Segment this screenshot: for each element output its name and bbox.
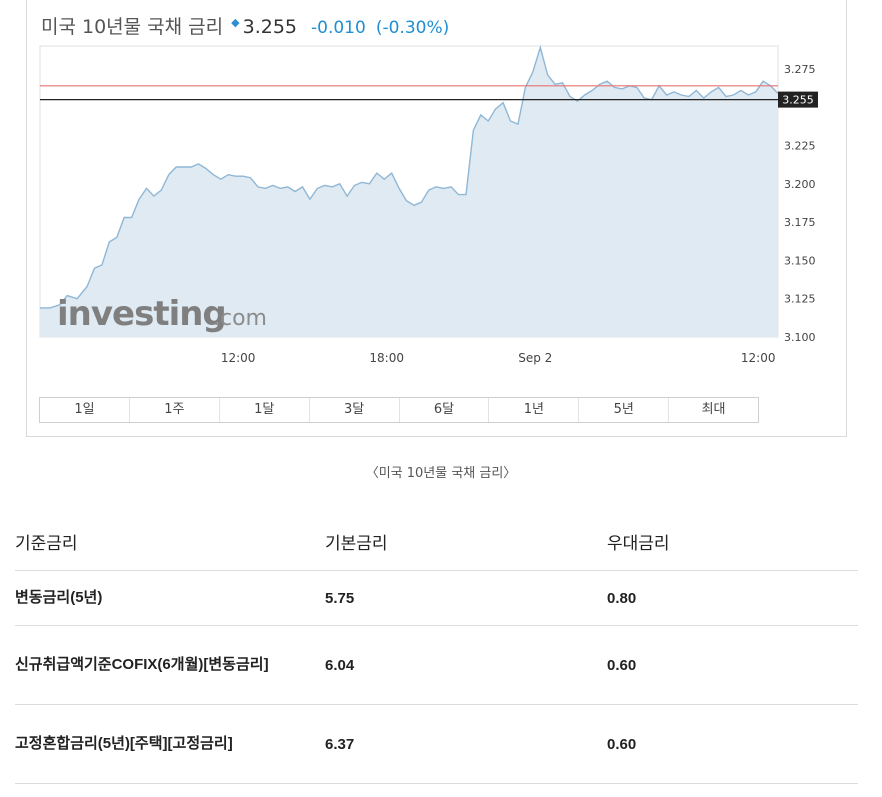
range-1d-button[interactable]: 1일 bbox=[40, 398, 130, 422]
row-rate-type: 신규취급액기준COFIX(6개월)[변동금리] bbox=[15, 625, 325, 705]
y-tick-label: 3.100 bbox=[784, 331, 816, 344]
header-preferential-rate: 우대금리 bbox=[607, 512, 858, 571]
row-preferential-rate: 0.80 bbox=[607, 570, 858, 626]
header-base-rate: 기준금리 bbox=[15, 512, 325, 571]
x-tick-label: 18:00 bbox=[369, 351, 404, 365]
y-tick-label: 3.150 bbox=[784, 254, 816, 267]
time-range-selector: 1일 1주 1달 3달 6달 1년 5년 최대 bbox=[39, 397, 759, 423]
row-basic-rate: 6.04 bbox=[325, 625, 607, 705]
y-tick-label: 3.125 bbox=[784, 293, 816, 306]
range-6m-button[interactable]: 6달 bbox=[400, 398, 490, 422]
table-row: 고정혼합금리(5년)[주택][고정금리] 6.37 0.60 bbox=[15, 704, 858, 784]
x-tick-label: 12:00 bbox=[221, 351, 256, 365]
row-preferential-rate: 0.60 bbox=[607, 704, 858, 784]
range-3m-button[interactable]: 3달 bbox=[310, 398, 400, 422]
row-rate-type: 고정혼합금리(5년)[주택][고정금리] bbox=[15, 704, 325, 784]
x-tick-label: 12:00 bbox=[741, 351, 776, 365]
table-row: 변동금리(5년) 5.75 0.80 bbox=[15, 570, 858, 626]
table-row: 신규취급액기준COFIX(6개월)[변동금리] 6.04 0.60 bbox=[15, 625, 858, 705]
y-tick-label: 3.275 bbox=[784, 63, 816, 76]
chart-caption: 〈미국 10년물 국채 금리〉 bbox=[365, 466, 517, 481]
rate-table: 기준금리 기본금리 우대금리 변동금리(5년) 5.75 0.80 신규취급액기… bbox=[15, 512, 858, 784]
header-basic-rate: 기본금리 bbox=[325, 512, 607, 571]
price-chart[interactable]: investing .com 3.275 3.225 3.200 3.175 3.150… bbox=[27, 0, 848, 397]
row-rate-type: 변동금리(5년) bbox=[15, 570, 325, 626]
row-basic-rate: 5.75 bbox=[325, 570, 607, 626]
range-1w-button[interactable]: 1주 bbox=[130, 398, 220, 422]
y-tick-label: 3.175 bbox=[784, 216, 816, 229]
x-tick-label: Sep 2 bbox=[518, 351, 552, 365]
table-header-row: 기준금리 기본금리 우대금리 bbox=[15, 512, 858, 571]
current-value-text: 3.255 bbox=[782, 94, 814, 107]
range-max-button[interactable]: 최대 bbox=[669, 398, 758, 422]
watermark-suffix: .com bbox=[213, 306, 267, 331]
chart-widget: 미국 10년물 국채 금리 ◆ 3.255 -0.010 (-0.30%) in… bbox=[26, 0, 847, 437]
range-1y-button[interactable]: 1년 bbox=[489, 398, 580, 422]
row-basic-rate: 6.37 bbox=[325, 704, 607, 784]
y-tick-label: 3.200 bbox=[784, 178, 816, 191]
y-tick-label: 3.225 bbox=[784, 140, 816, 153]
range-5y-button[interactable]: 5년 bbox=[579, 398, 670, 422]
row-preferential-rate: 0.60 bbox=[607, 625, 858, 705]
range-1m-button[interactable]: 1달 bbox=[220, 398, 310, 422]
watermark-text: investing bbox=[57, 294, 226, 334]
current-value-label: 3.255 bbox=[778, 91, 818, 108]
